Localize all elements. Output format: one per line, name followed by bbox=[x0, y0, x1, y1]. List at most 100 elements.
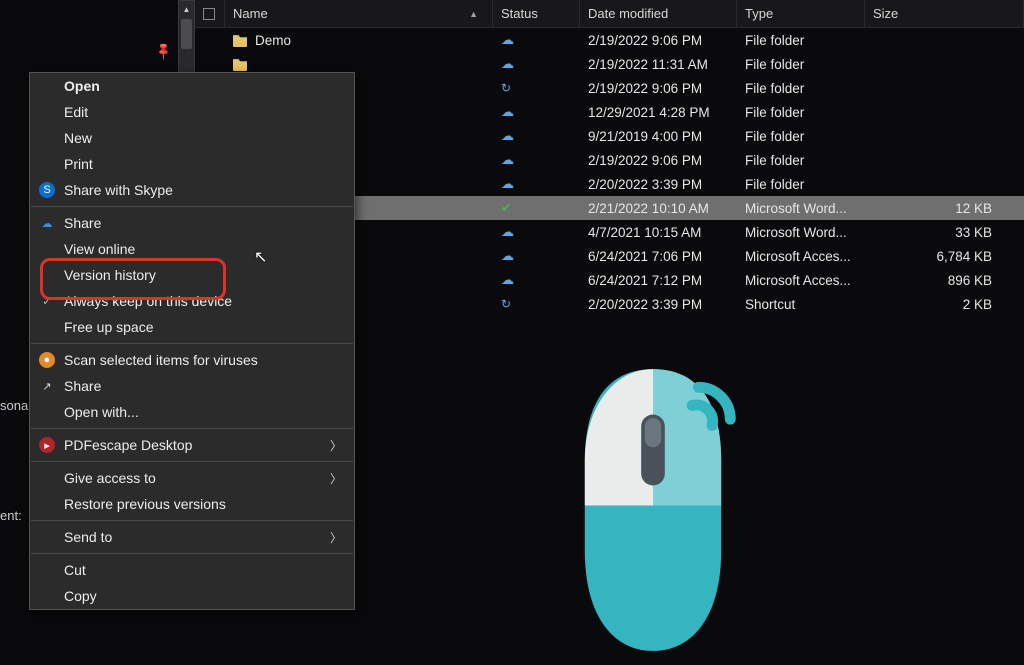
mouse-illustration bbox=[558, 360, 748, 660]
file-size-cell: 6,784 KB bbox=[865, 249, 1024, 264]
ctx-version-history[interactable]: Version history bbox=[30, 262, 354, 288]
file-type-cell: Shortcut bbox=[737, 297, 865, 312]
file-date-cell: 2/20/2022 3:39 PM bbox=[580, 297, 737, 312]
ctx-always-keep[interactable]: ✓Always keep on this device bbox=[30, 288, 354, 314]
file-type-cell: File folder bbox=[737, 33, 865, 48]
file-date-cell: 2/19/2022 9:06 PM bbox=[580, 153, 737, 168]
submenu-arrow-icon: 〉 bbox=[330, 529, 342, 546]
cloud-status-icon: ☁ bbox=[501, 176, 514, 192]
header-name[interactable]: Name ▲ bbox=[225, 0, 493, 27]
file-name-label: Demo bbox=[255, 33, 291, 48]
cloud-status-icon: ☁ bbox=[501, 152, 514, 168]
share-icon: ↗ bbox=[39, 378, 55, 394]
header-status[interactable]: Status bbox=[493, 0, 580, 27]
ctx-open-with[interactable]: Open with... bbox=[30, 399, 354, 425]
file-date-cell: 2/19/2022 9:06 PM bbox=[580, 81, 737, 96]
sync-status-icon: ↻ bbox=[501, 81, 511, 95]
check-icon: ✓ bbox=[39, 293, 55, 309]
submenu-arrow-icon: 〉 bbox=[330, 470, 342, 487]
ctx-print[interactable]: Print bbox=[30, 151, 354, 177]
ctx-share2[interactable]: ↗Share bbox=[30, 373, 354, 399]
file-type-cell: File folder bbox=[737, 57, 865, 72]
file-type-cell: Microsoft Acces... bbox=[737, 249, 865, 264]
file-size-cell: 896 KB bbox=[865, 273, 1024, 288]
header-checkbox-col[interactable] bbox=[195, 0, 225, 27]
file-status-cell: ↻ bbox=[493, 81, 580, 95]
file-type-cell: File folder bbox=[737, 153, 865, 168]
file-name-cell[interactable]: Demo bbox=[225, 33, 493, 48]
file-name-cell[interactable] bbox=[225, 57, 493, 71]
file-type-cell: Microsoft Acces... bbox=[737, 273, 865, 288]
ctx-free-up[interactable]: Free up space bbox=[30, 314, 354, 340]
file-status-cell: ☁ bbox=[493, 248, 580, 264]
file-date-cell: 4/7/2021 10:15 AM bbox=[580, 225, 737, 240]
file-type-cell: File folder bbox=[737, 177, 865, 192]
file-status-cell: ☁ bbox=[493, 152, 580, 168]
file-date-cell: 2/21/2022 10:10 AM bbox=[580, 201, 737, 216]
pin-icon: 📌 bbox=[153, 41, 173, 61]
ctx-send-to[interactable]: Send to〉 bbox=[30, 524, 354, 550]
scroll-thumb[interactable] bbox=[181, 19, 192, 49]
header-date[interactable]: Date modified bbox=[580, 0, 737, 27]
file-type-cell: File folder bbox=[737, 81, 865, 96]
file-row[interactable]: Demo ☁ 2/19/2022 9:06 PMFile folder bbox=[195, 28, 1024, 52]
file-date-cell: 2/19/2022 9:06 PM bbox=[580, 33, 737, 48]
folder-icon bbox=[233, 33, 247, 47]
file-status-cell: ☁ bbox=[493, 176, 580, 192]
file-status-cell: ↻ bbox=[493, 297, 580, 311]
file-status-cell: ☁ bbox=[493, 104, 580, 120]
cloud-status-icon: ☁ bbox=[501, 128, 514, 144]
ctx-open[interactable]: Open bbox=[30, 73, 354, 99]
separator bbox=[31, 343, 353, 344]
skype-icon: S bbox=[39, 182, 55, 198]
file-size-cell: 12 KB bbox=[865, 201, 1024, 216]
file-status-cell: ☁ bbox=[493, 128, 580, 144]
header-type[interactable]: Type bbox=[737, 0, 865, 27]
ctx-copy[interactable]: Copy bbox=[30, 583, 354, 609]
cloud-status-icon: ☁ bbox=[501, 224, 514, 240]
file-status-cell: ☁ bbox=[493, 224, 580, 240]
ctx-pdfescape[interactable]: ▸PDFescape Desktop〉 bbox=[30, 432, 354, 458]
folder-icon bbox=[233, 57, 247, 71]
separator bbox=[31, 461, 353, 462]
separator bbox=[31, 206, 353, 207]
file-status-cell: ☁ bbox=[493, 32, 580, 48]
ctx-share-skype[interactable]: SShare with Skype bbox=[30, 177, 354, 203]
file-type-cell: File folder bbox=[737, 129, 865, 144]
cloud-status-icon: ☁ bbox=[501, 272, 514, 288]
file-date-cell: 12/29/2021 4:28 PM bbox=[580, 105, 737, 120]
separator bbox=[31, 520, 353, 521]
sort-caret-icon: ▲ bbox=[469, 9, 478, 19]
pdfescape-icon: ▸ bbox=[39, 437, 55, 453]
sync-status-icon: ↻ bbox=[501, 297, 511, 311]
cloud-icon: ☁ bbox=[39, 215, 55, 231]
ctx-edit[interactable]: Edit bbox=[30, 99, 354, 125]
context-menu: Open Edit New Print SShare with Skype ☁S… bbox=[29, 72, 355, 610]
submenu-arrow-icon: 〉 bbox=[330, 437, 342, 454]
cloud-status-icon: ☁ bbox=[501, 104, 514, 120]
ctx-restore-prev[interactable]: Restore previous versions bbox=[30, 491, 354, 517]
ctx-scan-virus[interactable]: ●Scan selected items for viruses bbox=[30, 347, 354, 373]
file-type-cell: File folder bbox=[737, 105, 865, 120]
file-status-cell: ✔ bbox=[493, 200, 580, 216]
file-status-cell: ☁ bbox=[493, 272, 580, 288]
file-type-cell: Microsoft Word... bbox=[737, 225, 865, 240]
file-date-cell: 6/24/2021 7:12 PM bbox=[580, 273, 737, 288]
column-headers: Name ▲ Status Date modified Type Size bbox=[195, 0, 1024, 28]
header-size[interactable]: Size bbox=[865, 0, 1024, 27]
cloud-status-icon: ☁ bbox=[501, 56, 514, 72]
scroll-up-arrow[interactable]: ▲ bbox=[179, 1, 194, 17]
synced-status-icon: ✔ bbox=[501, 200, 512, 216]
ctx-give-access[interactable]: Give access to〉 bbox=[30, 465, 354, 491]
ctx-new[interactable]: New bbox=[30, 125, 354, 151]
file-date-cell: 2/19/2022 11:31 AM bbox=[580, 57, 737, 72]
ctx-share[interactable]: ☁Share bbox=[30, 210, 354, 236]
ctx-cut[interactable]: Cut bbox=[30, 557, 354, 583]
checkbox-icon bbox=[203, 8, 215, 20]
file-date-cell: 2/20/2022 3:39 PM bbox=[580, 177, 737, 192]
shield-icon: ● bbox=[39, 352, 55, 368]
file-date-cell: 6/24/2021 7:06 PM bbox=[580, 249, 737, 264]
file-size-cell: 33 KB bbox=[865, 225, 1024, 240]
ctx-view-online[interactable]: View online bbox=[30, 236, 354, 262]
cloud-status-icon: ☁ bbox=[501, 32, 514, 48]
